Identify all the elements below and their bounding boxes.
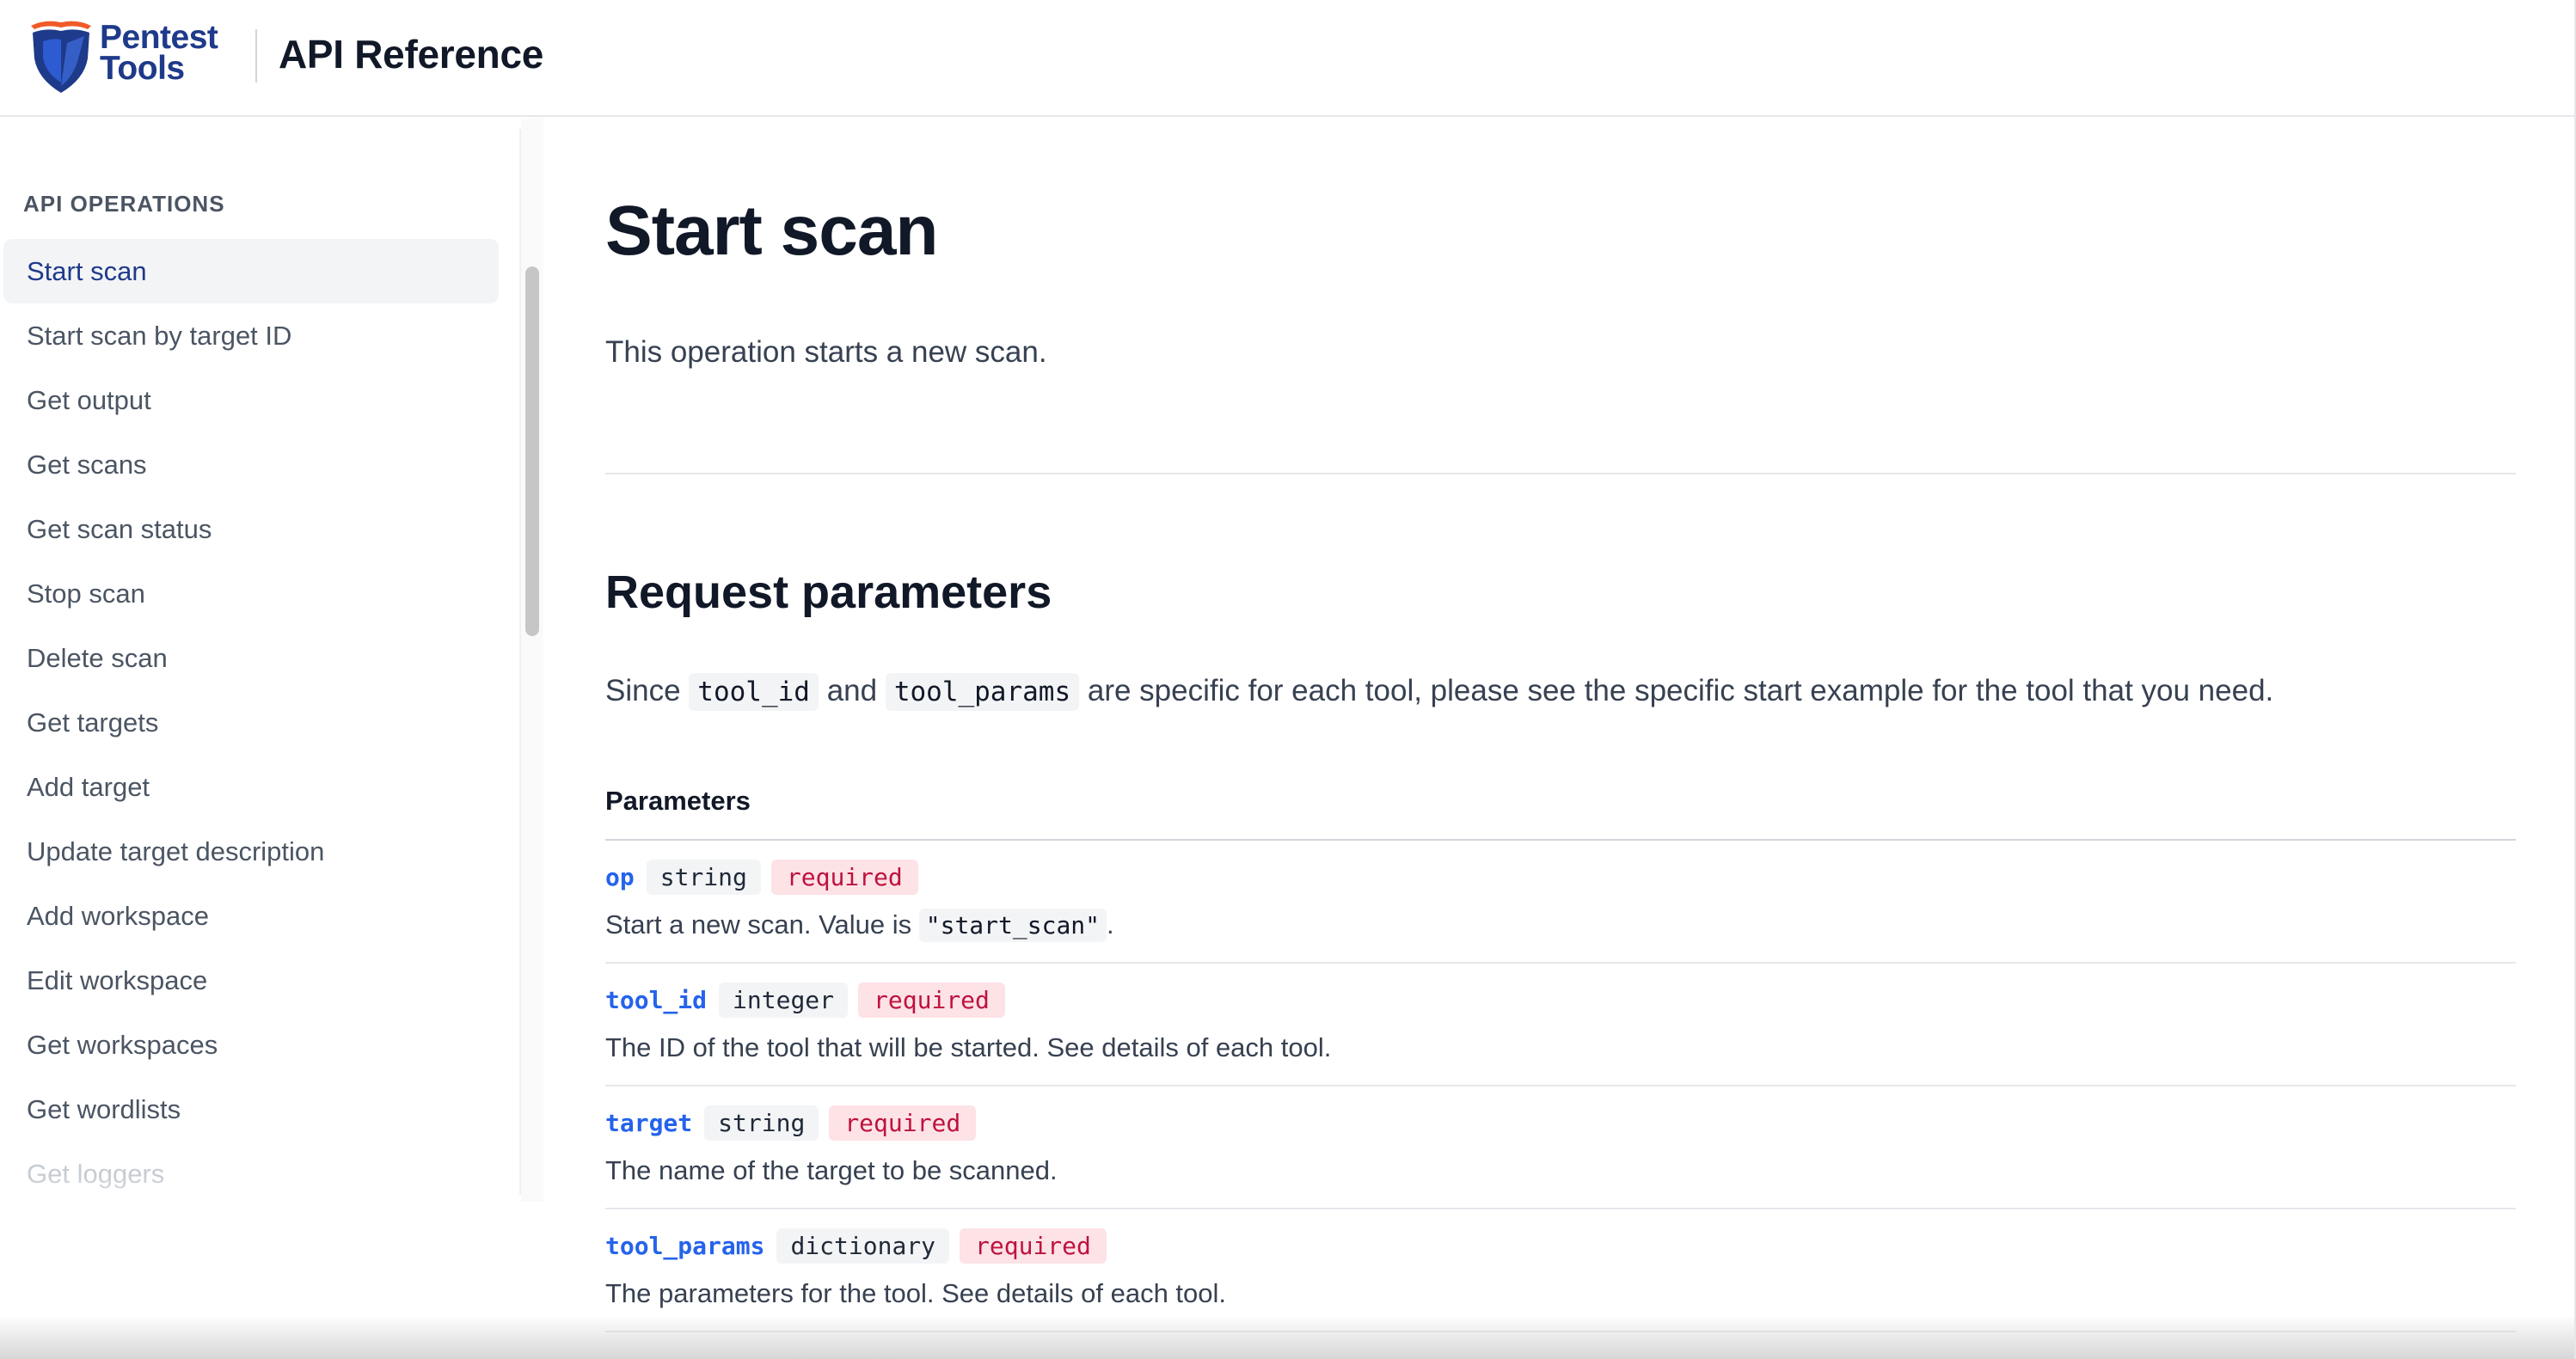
sidebar-item-get-output[interactable]: Get output: [3, 368, 499, 432]
sidebar-item-get-scan-status[interactable]: Get scan status: [3, 497, 499, 561]
param-header: tool_id integer required: [605, 981, 1005, 1019]
pentest-tools-logo-icon[interactable]: [28, 17, 95, 95]
sidebar-item-delete-scan[interactable]: Delete scan: [3, 626, 499, 690]
intro-code-tool-params: tool_params: [885, 673, 1080, 711]
param-description-text: Start a new scan. Value is: [605, 909, 912, 940]
intro-text-after: are specific for each tool, please see t…: [1087, 674, 2274, 707]
param-required-badge: required: [829, 1105, 977, 1141]
sidebar-heading: API OPERATIONS: [23, 191, 225, 217]
param-description-code: "start_scan": [918, 909, 1107, 942]
param-description: The name of the target to be scanned.: [605, 1155, 1058, 1185]
page-title: Start scan: [605, 192, 939, 270]
sidebar-item-edit-workspace[interactable]: Edit workspace: [3, 948, 499, 1013]
header-divider: [255, 29, 257, 83]
param-name[interactable]: tool_params: [605, 1232, 764, 1260]
param-row-op: op string required Start a new scan. Val…: [605, 841, 2516, 964]
param-description: Start a new scan. Value is "start_scan".: [605, 909, 1114, 942]
sidebar-item-add-target[interactable]: Add target: [3, 755, 499, 819]
sidebar-item-add-workspace[interactable]: Add workspace: [3, 884, 499, 948]
logo-wordmark[interactable]: Pentest Tools: [100, 19, 218, 87]
top-header: Pentest Tools API Reference: [0, 0, 2576, 117]
window-bottom-shadow: [0, 1315, 2576, 1359]
sidebar: API OPERATIONS Start scan Start scan by …: [0, 119, 521, 1202]
sidebar-item-get-targets[interactable]: Get targets: [3, 690, 499, 755]
intro-text-middle: and: [826, 674, 878, 707]
sidebar-item-get-scans[interactable]: Get scans: [3, 432, 499, 497]
sidebar-scrollbar-thumb[interactable]: [525, 266, 539, 636]
param-type-badge: string: [704, 1105, 819, 1141]
page: Pentest Tools API Reference API OPERATIO…: [0, 0, 2576, 1359]
page-header-title[interactable]: API Reference: [279, 31, 543, 77]
param-header: op string required: [605, 858, 918, 896]
param-header: target string required: [605, 1104, 977, 1142]
param-type-badge: dictionary: [776, 1227, 950, 1264]
param-header: tool_params dictionary required: [605, 1227, 1107, 1264]
sidebar-item-start-scan-by-target-id[interactable]: Start scan by target ID: [3, 303, 499, 368]
main-content: Start scan This operation starts a new s…: [605, 119, 2516, 1359]
param-description: The parameters for the tool. See details…: [605, 1278, 1227, 1308]
parameters-heading: Parameters: [605, 786, 751, 816]
param-type-badge: string: [646, 859, 761, 895]
intro-text-before: Since: [605, 674, 681, 707]
sidebar-item-get-workspaces[interactable]: Get workspaces: [3, 1013, 499, 1077]
sidebar-item-get-wordlists[interactable]: Get wordlists: [3, 1077, 499, 1142]
param-description: The ID of the tool that will be started.…: [605, 1032, 1332, 1062]
section-title-request-parameters: Request parameters: [605, 566, 1052, 618]
request-parameters-intro: Since tool_id and tool_params are specif…: [605, 673, 2274, 711]
sidebar-item-update-target-description[interactable]: Update target description: [3, 819, 499, 884]
sidebar-nav: Start scan Start scan by target ID Get o…: [0, 239, 499, 1202]
param-name[interactable]: target: [605, 1109, 692, 1137]
param-name[interactable]: op: [605, 863, 635, 891]
page-lead: This operation starts a new scan.: [605, 335, 1047, 369]
param-required-badge: required: [960, 1227, 1107, 1264]
sidebar-fade-overlay: [0, 1176, 521, 1202]
param-row-target: target string required The name of the t…: [605, 1087, 2516, 1209]
intro-code-tool-id: tool_id: [689, 673, 819, 711]
param-name[interactable]: tool_id: [605, 986, 707, 1014]
section-divider: [605, 473, 2516, 474]
logo-line-1: Pentest: [100, 19, 218, 56]
param-description-suffix: .: [1107, 909, 1114, 940]
param-type-badge: integer: [719, 982, 849, 1018]
param-row-tool-id: tool_id integer required The ID of the t…: [605, 964, 2516, 1087]
param-row-tool-params: tool_params dictionary required The para…: [605, 1209, 2516, 1332]
sidebar-item-stop-scan[interactable]: Stop scan: [3, 561, 499, 626]
sidebar-item-start-scan[interactable]: Start scan: [3, 239, 499, 303]
param-required-badge: required: [858, 982, 1005, 1018]
logo-line-2: Tools: [100, 50, 185, 87]
param-required-badge: required: [770, 859, 918, 895]
